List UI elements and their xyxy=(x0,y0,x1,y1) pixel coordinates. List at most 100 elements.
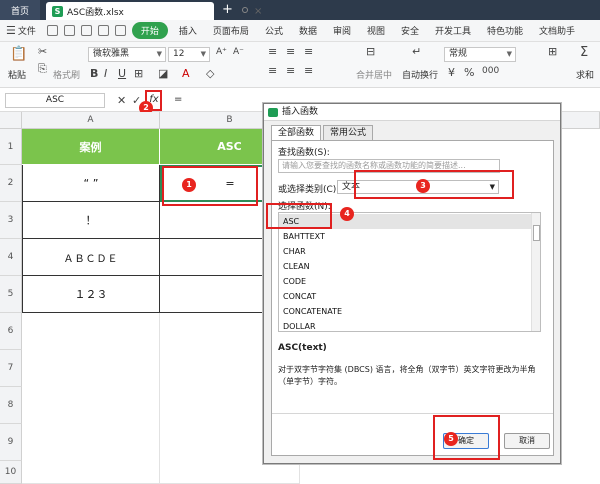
row-header[interactable]: 9 xyxy=(0,424,22,461)
menu-view[interactable]: 视图 xyxy=(359,24,393,37)
redo-icon[interactable] xyxy=(114,25,126,36)
cell-a5[interactable]: １２３ xyxy=(22,276,160,313)
row-header[interactable]: 2 xyxy=(0,165,22,202)
fill-color-icon[interactable]: ◪ xyxy=(158,67,168,80)
italic-icon[interactable]: I xyxy=(104,67,107,80)
ribbon-toolbar: 📋 粘贴 ✂ ⎘ 格式刷 微软雅黑 ▼ 12 ▼ A⁺ A⁻ B I U ⊞ ◪ A… xyxy=(0,42,600,88)
highlight-asc xyxy=(266,203,332,229)
column-header-a[interactable]: A xyxy=(22,112,160,129)
clear-format-icon[interactable]: ◇ xyxy=(206,67,214,80)
menu-page-layout[interactable]: 页面布局 xyxy=(205,24,257,37)
function-description: 对于双字节字符集 (DBCS) 语言，将全角（双字节）英文字符更改为半角（单字节… xyxy=(278,365,536,386)
empty-cells-a[interactable] xyxy=(22,313,160,484)
function-list-scrollbar[interactable] xyxy=(531,213,540,331)
bold-icon[interactable]: B xyxy=(90,67,98,80)
row-header[interactable]: 8 xyxy=(0,387,22,424)
print-icon[interactable] xyxy=(63,25,75,36)
underline-icon[interactable]: U xyxy=(118,67,126,80)
highlight-category xyxy=(354,170,514,199)
sum-button[interactable]: 求和 xyxy=(576,68,594,81)
cut-icon[interactable]: ✂ xyxy=(38,45,47,58)
row-header[interactable]: 10 xyxy=(0,461,22,484)
function-item[interactable]: DOLLAR xyxy=(279,319,532,331)
row-header[interactable]: 3 xyxy=(0,202,22,239)
wrap-text-icon[interactable]: ↵ xyxy=(412,45,421,58)
format-icon[interactable]: ⊞ xyxy=(548,45,557,58)
merge-center-button[interactable]: 合并居中 xyxy=(356,68,392,81)
row-header[interactable]: 1 xyxy=(0,129,22,165)
paste-label[interactable]: 粘贴 xyxy=(8,68,26,81)
font-size-select[interactable]: 12 ▼ xyxy=(168,47,210,62)
cell-a3[interactable]: ！ xyxy=(22,202,160,239)
save-icon[interactable] xyxy=(46,25,58,36)
menu-features[interactable]: 特色功能 xyxy=(479,24,531,37)
row-header[interactable]: 7 xyxy=(0,350,22,387)
formula-input[interactable]: = xyxy=(174,94,182,105)
function-list[interactable]: ASC BAHTTEXT CHAR CLEAN CODE CONCAT CONC… xyxy=(278,212,541,332)
wrap-text-button[interactable]: 自动换行 xyxy=(402,68,438,81)
chevron-down-icon: ▼ xyxy=(506,50,512,58)
chevron-down-icon: ▼ xyxy=(156,50,162,58)
cell-a1[interactable]: 案例 xyxy=(22,129,160,165)
align-center-icon[interactable]: ≡ xyxy=(286,64,295,77)
paste-icon[interactable]: 📋 xyxy=(10,46,27,62)
menu-file[interactable]: 文件 xyxy=(18,24,44,37)
category-label: 或选择类别(C): xyxy=(278,185,340,195)
sum-icon[interactable]: Σ xyxy=(580,45,588,60)
menu-security[interactable]: 安全 xyxy=(393,24,427,37)
number-format-select[interactable]: 常规 ▼ xyxy=(444,47,516,62)
format-painter-button[interactable]: 格式刷 xyxy=(53,68,80,81)
cancel-entry-icon[interactable]: ✕ xyxy=(117,94,126,107)
cell-a4[interactable]: ＡＢＣＤＥ xyxy=(22,239,160,276)
menu-bar: ☰ 文件 开始 插入 页面布局 公式 数据 审阅 视图 安全 开发工具 特色功能… xyxy=(0,20,600,42)
title-tab-bar: 首页 S ASC函数.xlsx × + xyxy=(0,0,600,20)
menu-review[interactable]: 审阅 xyxy=(325,24,359,37)
copy-icon[interactable]: ⎘ xyxy=(38,62,47,76)
tab-common-formulas[interactable]: 常用公式 xyxy=(323,125,374,141)
hamburger-icon[interactable]: ☰ xyxy=(6,24,16,37)
function-item[interactable]: CONCATENATE xyxy=(279,304,532,319)
name-box[interactable]: ASC xyxy=(5,93,105,108)
merge-center-icon[interactable]: ⊟ xyxy=(366,45,375,58)
tab-document[interactable]: S ASC函数.xlsx × xyxy=(46,2,262,20)
percent-icon[interactable]: % xyxy=(464,66,474,79)
font-grow-icon[interactable]: A⁺ xyxy=(216,47,227,57)
row-header[interactable]: 6 xyxy=(0,313,22,350)
preview-icon[interactable] xyxy=(80,25,92,36)
tab-home[interactable]: 首页 xyxy=(0,0,40,20)
menu-insert[interactable]: 插入 xyxy=(171,24,205,37)
function-item[interactable]: CODE xyxy=(279,274,532,289)
align-top-icon[interactable]: ≡ xyxy=(268,45,277,58)
font-name-select[interactable]: 微软雅黑 ▼ xyxy=(88,47,166,62)
function-item[interactable]: CHAR xyxy=(279,244,532,259)
function-item[interactable]: CONCAT xyxy=(279,289,532,304)
align-middle-icon[interactable]: ≡ xyxy=(286,45,295,58)
undo-icon[interactable] xyxy=(97,25,109,36)
menu-assistant[interactable]: 文档助手 xyxy=(531,24,583,37)
currency-icon[interactable]: ¥ xyxy=(448,66,455,79)
menu-formulas[interactable]: 公式 xyxy=(257,24,291,37)
menu-start[interactable]: 开始 xyxy=(131,22,168,39)
close-tab-icon[interactable]: × xyxy=(254,6,262,17)
row-header[interactable]: 4 xyxy=(0,239,22,276)
document-tab-label: ASC函数.xlsx xyxy=(67,7,124,18)
menu-developer[interactable]: 开发工具 xyxy=(427,24,479,37)
function-item[interactable]: BAHTTEXT xyxy=(279,229,532,244)
align-bottom-icon[interactable]: ≡ xyxy=(304,45,313,58)
tab-all-functions[interactable]: 全部函数 xyxy=(271,125,322,141)
step-badge-3: 3 xyxy=(416,179,430,193)
cell-a2[interactable]: “ ” xyxy=(22,165,160,202)
menu-data[interactable]: 数据 xyxy=(291,24,325,37)
font-shrink-icon[interactable]: A⁻ xyxy=(233,47,244,57)
font-color-icon[interactable]: A xyxy=(182,67,190,80)
scrollbar-thumb[interactable] xyxy=(533,225,540,241)
corner-cell[interactable] xyxy=(0,112,22,129)
comma-style-icon[interactable]: 000 xyxy=(482,66,499,76)
row-header[interactable]: 5 xyxy=(0,276,22,313)
cancel-button[interactable]: 取消 xyxy=(504,433,550,449)
border-icon[interactable]: ⊞ xyxy=(134,67,143,80)
align-left-icon[interactable]: ≡ xyxy=(268,64,277,77)
new-tab-button[interactable]: + xyxy=(222,2,233,17)
align-right-icon[interactable]: ≡ xyxy=(304,64,313,77)
function-item[interactable]: CLEAN xyxy=(279,259,532,274)
